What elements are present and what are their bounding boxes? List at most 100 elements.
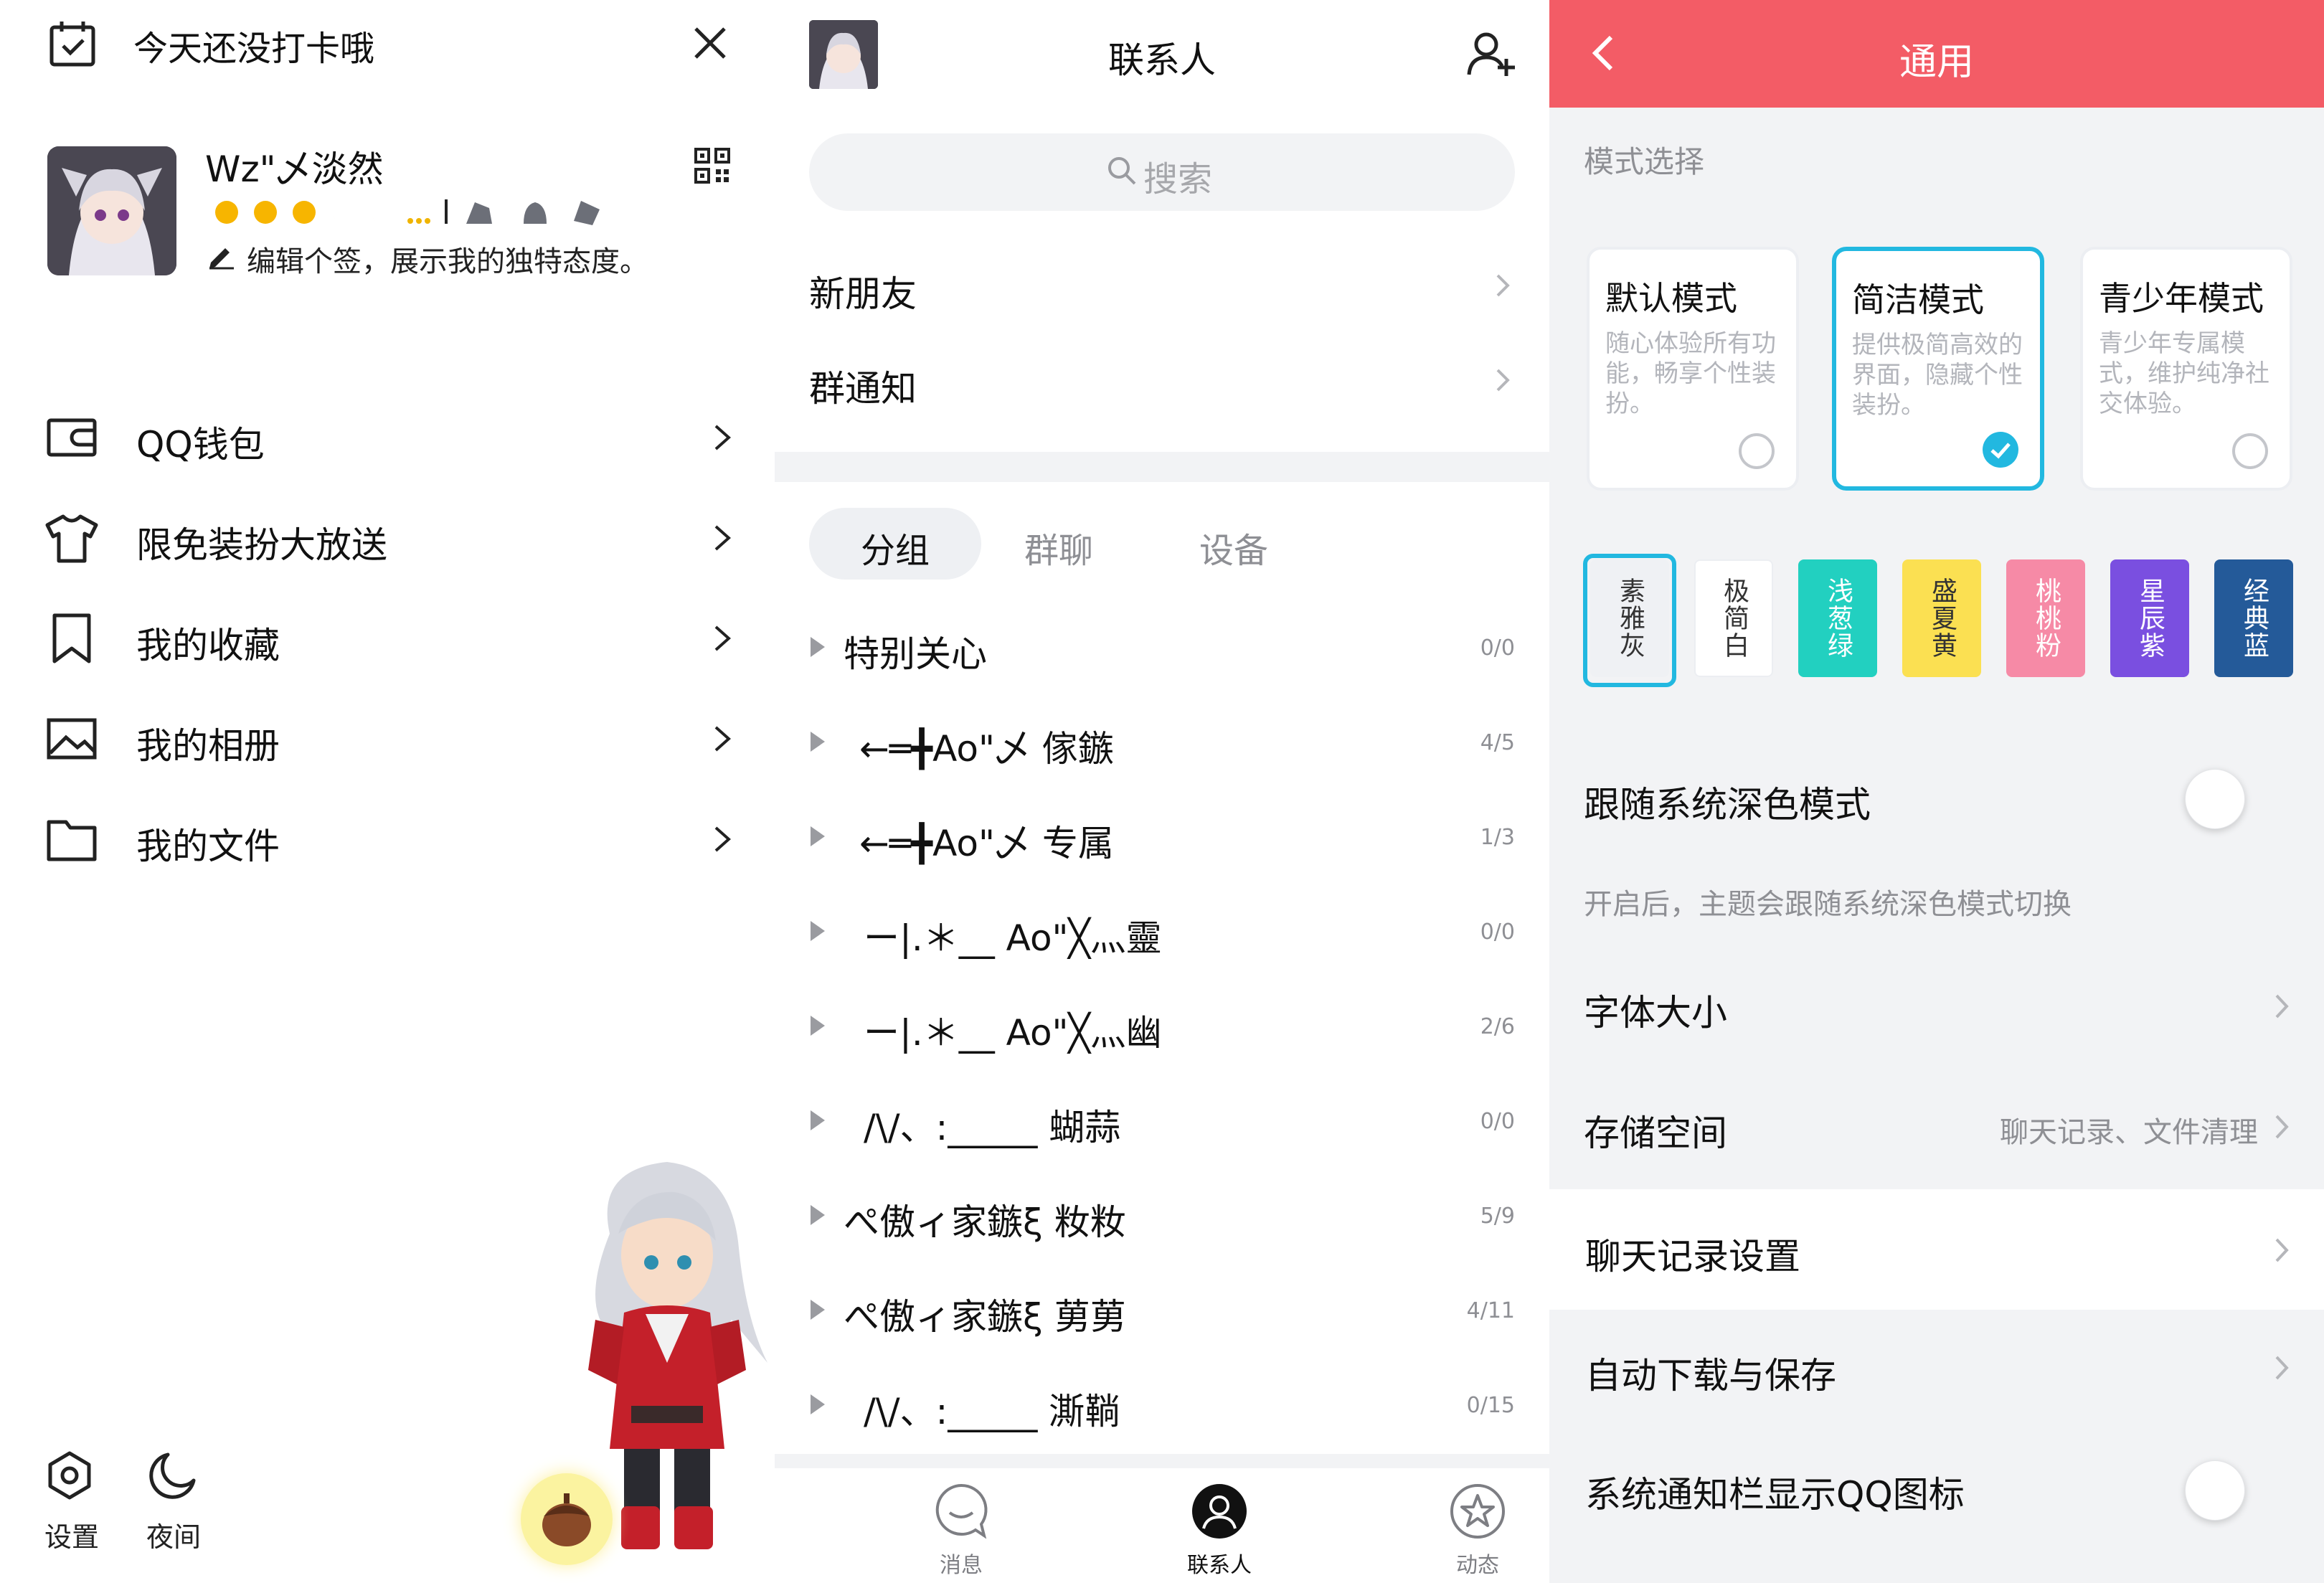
theme-swatch-pink[interactable]: 桃桃粉 (2006, 559, 2085, 677)
menu-item-files[interactable]: 我的文件 (0, 789, 775, 889)
mode-card-simple[interactable]: 简洁模式 提供极简高效的界面，隐藏个性装扮。 (1832, 247, 2044, 491)
new-friends-row[interactable]: 新朋友 (775, 237, 1549, 334)
auto-download-row[interactable]: 自动下载与保存 系统通知栏显示QQ图标 (1549, 1310, 2324, 1583)
chevron-right-icon (709, 521, 737, 555)
chevron-right-icon[interactable] (2271, 1110, 2292, 1143)
theme-swatch-green[interactable]: 浅葱绿 (1798, 559, 1877, 677)
chat-record-label: 聊天记录设置 (1585, 1236, 1800, 1277)
menu-item-outfit[interactable]: 限免装扮大放送 (0, 488, 775, 588)
signature[interactable]: 编辑个签，展示我的独特态度。 (247, 238, 648, 280)
chevron-right-icon (709, 822, 737, 856)
group-name: ー|.＊__ Ao"╳灬靈 (864, 917, 1162, 959)
close-icon[interactable] (690, 23, 730, 63)
search-input[interactable]: 搜索 (809, 133, 1515, 211)
group-name: ぺ傲ィ家鏃ξ 籹籹 (844, 1201, 1126, 1243)
chevron-right-icon (709, 621, 737, 656)
group-count: 1/3 (1480, 825, 1515, 850)
acorn-badge[interactable] (521, 1473, 613, 1565)
expand-arrow-icon (811, 1300, 825, 1320)
bottom-nav: 消息 联系人 动态 (775, 1468, 1549, 1583)
nav-label: 动态 (1456, 1553, 1499, 1578)
radio-unchecked-icon[interactable] (2232, 433, 2268, 469)
menu-item-album[interactable]: 我的相册 (0, 689, 775, 789)
level-badges[interactable] (208, 192, 610, 231)
notify-icon-label: 系统通知栏显示QQ图标 (1585, 1474, 1965, 1516)
mode-card-teen[interactable]: 青少年模式 青少年专属模式，维护纯净社交体验。 (2080, 247, 2292, 491)
settings-icon[interactable] (43, 1449, 96, 1502)
menu-item-wallet[interactable]: QQ钱包 (0, 387, 775, 488)
nav-feed[interactable]: 动态 (1392, 1483, 1549, 1578)
avatar[interactable] (47, 146, 176, 275)
page-title: 联系人 (1108, 39, 1216, 81)
group-row[interactable]: /\/、:_____ 蝴蒜 0/0 (775, 1074, 1549, 1169)
settings-header: 通用 (1549, 0, 2324, 108)
group-row[interactable]: /\/、:_____ 澌鞝 0/15 (775, 1358, 1549, 1453)
group-name: ←═╋Ao"乄 专属 (859, 823, 1114, 864)
storage-label[interactable]: 存储空间 (1584, 1105, 1727, 1156)
group-row[interactable]: 特别关心 0/0 (775, 601, 1549, 696)
nav-label: 消息 (940, 1553, 983, 1578)
font-size-label[interactable]: 字体大小 (1584, 984, 1727, 1036)
group-name: /\/、:_____ 蝴蒜 (864, 1107, 1121, 1148)
moon-icon[interactable] (146, 1449, 199, 1502)
theme-swatch-white[interactable]: 极简白 (1694, 559, 1773, 677)
mode-card-default[interactable]: 默认模式 随心体验所有功能，畅享个性装扮。 (1587, 247, 1799, 491)
group-row[interactable]: ー|.＊__ Ao"╳灬幽 2/6 (775, 980, 1549, 1074)
tab-group-chats[interactable]: 群聊 (1001, 522, 1116, 572)
group-row[interactable]: ぺ傲ィ家鏃ξ 籹籹 5/9 (775, 1169, 1549, 1264)
tab-devices[interactable]: 设备 (1176, 522, 1291, 572)
group-count: 4/5 (1480, 730, 1515, 755)
expand-arrow-icon (811, 732, 825, 752)
swatch-label: 浅葱绿 (1823, 577, 1853, 659)
add-friend-icon[interactable] (1466, 29, 1516, 79)
radio-checked-icon[interactable] (1983, 432, 2018, 468)
radio-unchecked-icon[interactable] (1739, 433, 1775, 469)
chevron-right-icon (709, 420, 737, 455)
expand-arrow-icon (811, 1016, 825, 1036)
expand-arrow-icon (811, 1110, 825, 1130)
mode-title: 默认模式 (1605, 279, 1737, 318)
checkin-text[interactable]: 今天还没打卡哦 (133, 20, 374, 70)
mode-desc: 随心体验所有功能，畅享个性装扮。 (1605, 329, 1776, 418)
group-row[interactable]: ←═╋Ao"乄 傢鏃 4/5 (775, 696, 1549, 790)
tab-groups[interactable]: 分组 (809, 508, 981, 580)
nav-messages[interactable]: 消息 (875, 1483, 1047, 1578)
username[interactable]: Wz"乄淡然 (205, 141, 384, 192)
chat-record-row[interactable]: 聊天记录设置 (1549, 1189, 2324, 1310)
group-count: 0/0 (1480, 635, 1515, 661)
theme-swatch-purple[interactable]: 星辰紫 (2110, 559, 2189, 677)
night-label[interactable]: 夜间 (146, 1515, 201, 1554)
contact-list: 分组 群聊 设备 特别关心 0/0 ←═╋Ao"乄 傢鏃 4/5 ←═╋Ao"乄 专… (775, 482, 1549, 1454)
mode-title: 简洁模式 (1852, 280, 1984, 319)
edit-icon[interactable] (207, 241, 235, 270)
group-row[interactable]: ぺ傲ィ家鏃ξ 莮莮 4/11 (775, 1264, 1549, 1358)
group-count: 4/11 (1466, 1298, 1515, 1323)
menu-item-favorites[interactable]: 我的收藏 (0, 588, 775, 689)
menu-label: QQ钱包 (136, 424, 265, 466)
expand-arrow-icon (811, 921, 825, 941)
folder-icon (44, 812, 99, 866)
settings-label[interactable]: 设置 (44, 1515, 99, 1554)
group-count: 2/6 (1480, 1014, 1515, 1039)
theme-swatch-blue[interactable]: 经典蓝 (2214, 559, 2293, 677)
theme-swatch-yellow[interactable]: 盛夏黄 (1902, 559, 1981, 677)
dark-follow-toggle[interactable] (2185, 769, 2245, 829)
expand-arrow-icon (811, 1205, 825, 1225)
calendar-check-icon[interactable] (47, 19, 98, 69)
notify-icon-toggle[interactable] (2185, 1460, 2245, 1521)
nav-label: 联系人 (1187, 1553, 1252, 1578)
theme-swatch-gray[interactable]: 素雅灰 (1590, 559, 1669, 677)
tab-groups-label: 分组 (860, 531, 930, 571)
new-friends-label: 新朋友 (809, 273, 917, 315)
chevron-right-icon (709, 722, 737, 756)
group-notice-row[interactable]: 群通知 (775, 334, 1549, 452)
storage-hint: 聊天记录、文件清理 (2000, 1116, 2258, 1149)
group-row[interactable]: ー|.＊__ Ao"╳灬靈 0/0 (775, 885, 1549, 980)
nav-contacts[interactable]: 联系人 (1133, 1483, 1305, 1578)
group-row[interactable]: ←═╋Ao"乄 专属 1/3 (775, 790, 1549, 885)
qrcode-icon[interactable] (693, 146, 732, 185)
message-icon (932, 1483, 990, 1540)
mode-desc: 提供极简高效的界面，隐藏个性装扮。 (1852, 331, 2023, 420)
chevron-right-icon[interactable] (2271, 990, 2292, 1023)
auto-download-label: 自动下载与保存 (1585, 1355, 1836, 1397)
